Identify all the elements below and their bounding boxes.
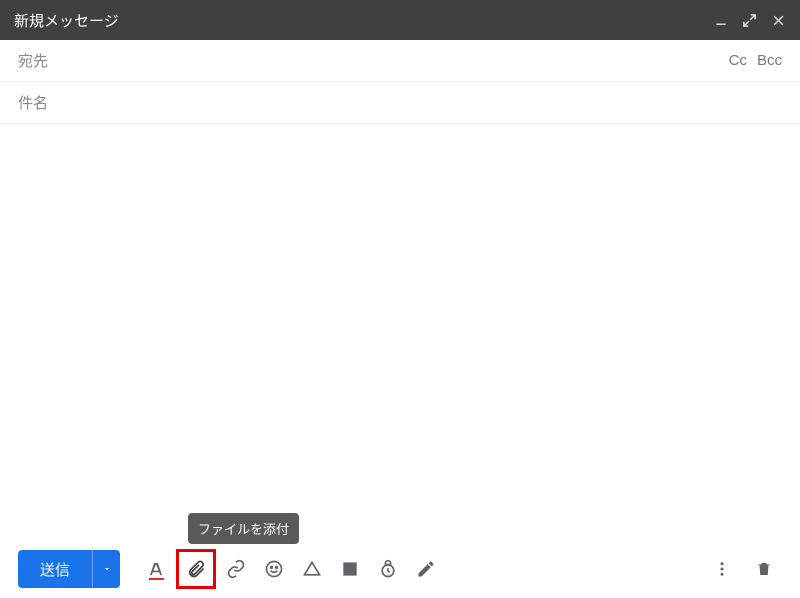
subject-input[interactable] (48, 94, 782, 111)
attach-file-icon[interactable] (176, 549, 216, 589)
formatting-icon[interactable] (138, 551, 174, 587)
minimize-icon[interactable] (714, 13, 728, 27)
subject-field-row[interactable]: 件名 (0, 82, 800, 124)
compose-header: 新規メッセージ (0, 0, 800, 40)
send-button[interactable]: 送信 (18, 550, 92, 588)
cc-toggle[interactable]: Cc (729, 52, 747, 69)
message-body[interactable] (0, 124, 800, 540)
window-controls (714, 13, 786, 28)
signature-icon[interactable] (408, 551, 444, 587)
to-label: 宛先 (18, 50, 48, 71)
compose-title: 新規メッセージ (14, 10, 119, 31)
to-field-row[interactable]: 宛先 Cc Bcc (0, 40, 800, 82)
attach-tooltip: ファイルを添付 (188, 513, 299, 544)
compose-toolbar: ファイルを添付 送信 (0, 540, 800, 598)
insert-link-icon[interactable] (218, 551, 254, 587)
bcc-toggle[interactable]: Bcc (757, 52, 782, 69)
to-input[interactable] (48, 52, 729, 69)
discard-icon[interactable] (746, 551, 782, 587)
send-more-button[interactable] (92, 550, 120, 588)
send-button-group: 送信 (18, 550, 120, 588)
more-options-icon[interactable] (704, 551, 740, 587)
subject-label: 件名 (18, 92, 48, 113)
insert-photo-icon[interactable] (332, 551, 368, 587)
confidential-mode-icon[interactable] (370, 551, 406, 587)
close-icon[interactable] (771, 13, 786, 28)
emoji-icon[interactable] (256, 551, 292, 587)
drive-icon[interactable] (294, 551, 330, 587)
expand-icon[interactable] (742, 13, 757, 28)
